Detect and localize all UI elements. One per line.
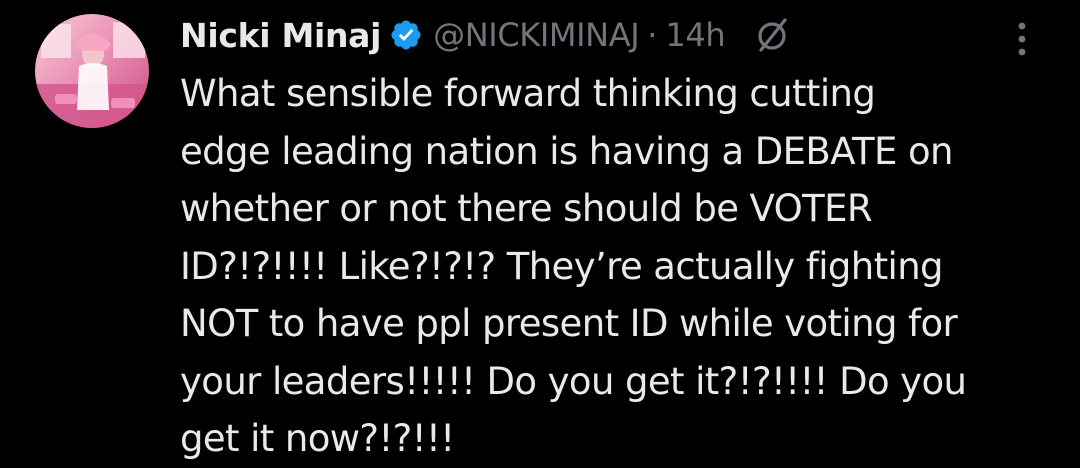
mute-icon bbox=[753, 16, 791, 54]
display-name[interactable]: Nicki Minaj bbox=[180, 16, 381, 55]
separator-dot: · bbox=[647, 16, 658, 54]
tweet[interactable]: Nicki Minaj @NICKIMINAJ · 14h What sensi… bbox=[0, 0, 1080, 462]
handle[interactable]: @NICKIMINAJ bbox=[433, 16, 639, 54]
tweet-text: What sensible forward thinking cutting e… bbox=[180, 72, 967, 460]
more-options-icon[interactable] bbox=[1004, 12, 1040, 60]
avatar[interactable] bbox=[35, 14, 149, 128]
tweet-header: Nicki Minaj @NICKIMINAJ · 14h bbox=[180, 10, 791, 60]
timestamp[interactable]: 14h bbox=[665, 16, 725, 54]
profile-photo bbox=[35, 14, 149, 128]
verified-badge-icon[interactable] bbox=[389, 18, 423, 52]
